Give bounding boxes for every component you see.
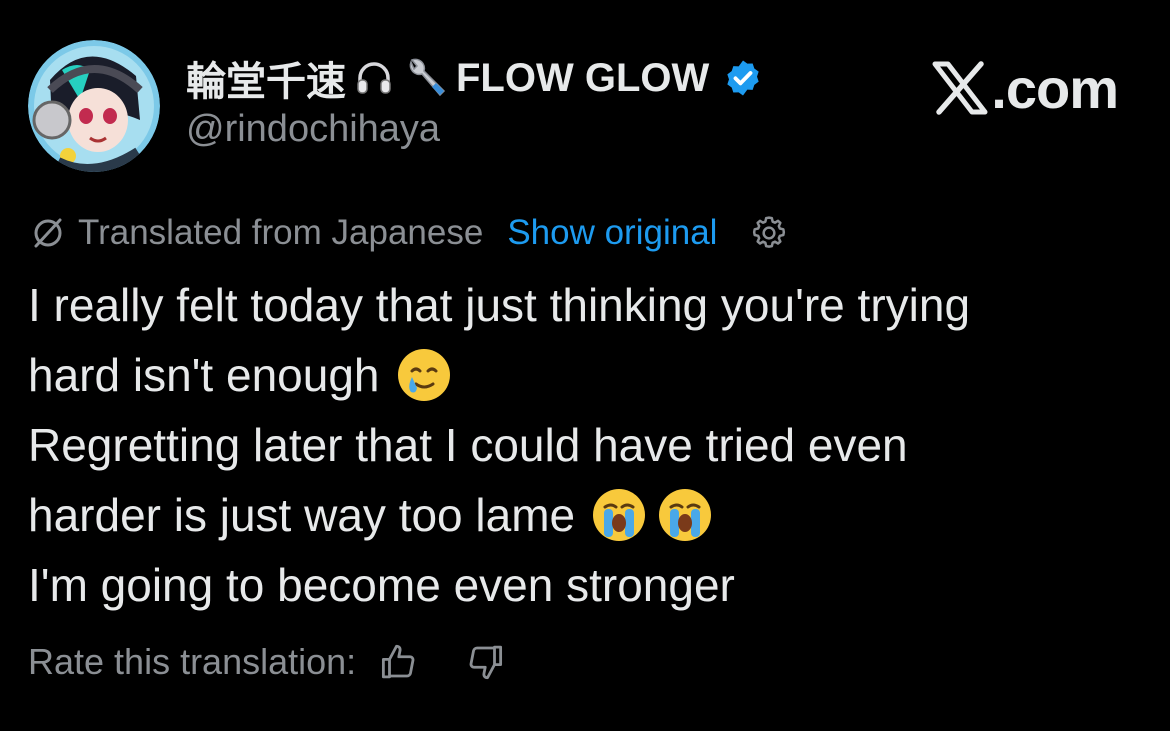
post-line: I'm going to become even stronger (28, 559, 735, 611)
site-logo: .com (931, 56, 1119, 120)
wrench-icon (402, 55, 448, 101)
author-name: 輪堂千速 (186, 60, 346, 104)
post-line: Regretting later that I could have tried… (28, 419, 908, 471)
loudly-crying-face-emoji (593, 489, 646, 541)
post-line: harder is just way too lame (28, 480, 1128, 550)
rate-translation-label: Rate this translation: (28, 641, 357, 682)
verified-badge-icon (723, 58, 763, 98)
x-logo-icon (931, 61, 989, 115)
post-line: I really felt today that just thinking y… (28, 279, 971, 331)
gear-icon[interactable] (749, 213, 789, 253)
site-logo-text: .com (991, 56, 1119, 120)
author-name-suffix: FLOW GLOW (456, 55, 710, 100)
smiling-face-with-tear-emoji (397, 349, 450, 401)
thumbs-up-icon[interactable] (376, 638, 424, 686)
loudly-crying-face-emoji (659, 489, 712, 541)
author-handle[interactable]: @rindochihaya (186, 108, 440, 151)
thumbs-down-icon[interactable] (460, 638, 508, 686)
post-line: hard isn't enough (28, 340, 1128, 410)
translation-bar: Translated from Japanese Show original (30, 208, 789, 258)
author-avatar[interactable] (28, 40, 160, 172)
headphones-icon (354, 58, 394, 98)
post-body: I really felt today that just thinking y… (28, 270, 1128, 620)
translate-slash-icon (30, 215, 66, 251)
rate-translation: Rate this translation: (28, 636, 508, 688)
show-original-link[interactable]: Show original (507, 213, 717, 253)
translation-label: Translated from Japanese (78, 213, 484, 252)
author-display-name[interactable]: 輪堂千速 FLOW GLOW (186, 50, 763, 106)
